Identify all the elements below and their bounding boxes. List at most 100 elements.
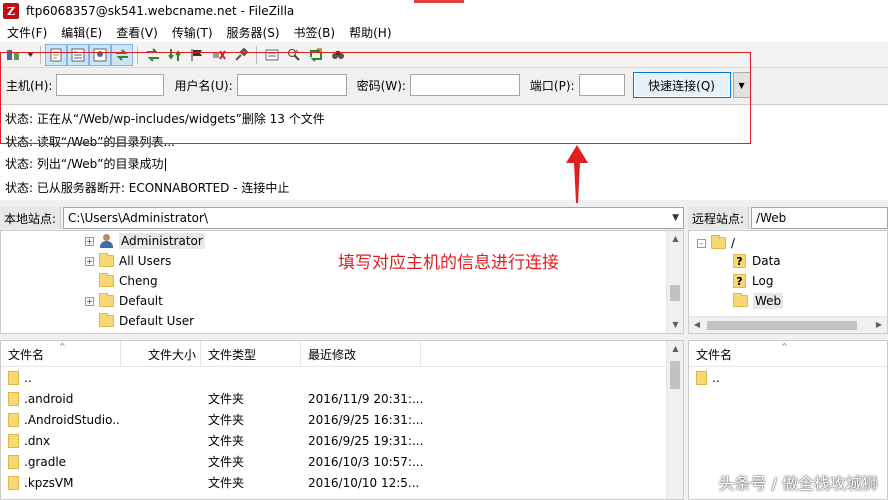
- tree-item-default-user[interactable]: Default User: [99, 311, 194, 331]
- port-input[interactable]: [578, 74, 625, 96]
- file-row[interactable]: ..: [1, 367, 665, 388]
- scroll-up-icon[interactable]: ▲: [667, 231, 683, 247]
- filter-icon: [265, 49, 279, 60]
- sync-browse-icon: [310, 47, 322, 62]
- scrollbar-thumb[interactable]: [670, 361, 680, 389]
- menu-help[interactable]: 帮助(H): [342, 24, 398, 41]
- tree-item-root[interactable]: - /: [697, 233, 735, 253]
- tree-item-log[interactable]: ? Log: [733, 271, 773, 291]
- tree-item-web[interactable]: Web: [733, 291, 784, 311]
- tree-item-label: Cheng: [119, 274, 158, 288]
- log-prefix: 状态:: [5, 112, 34, 126]
- local-path-combo[interactable]: C:\Users\Administrator\ ▼: [63, 207, 684, 229]
- toggle-log-icon: [50, 48, 62, 61]
- toggle-local-tree-button[interactable]: [67, 43, 89, 66]
- reconnect-button[interactable]: [230, 44, 252, 66]
- collapse-icon[interactable]: -: [697, 238, 706, 248]
- remote-directory-tree[interactable]: - / ? Data ? Log Web ◀ ▶: [688, 230, 888, 334]
- file-row[interactable]: ..: [689, 367, 887, 388]
- toggle-queue-icon: [116, 48, 128, 61]
- file-row[interactable]: .AndroidStudio... 文件夹 2016/9/25 16:31:..…: [1, 409, 665, 430]
- column-filetype[interactable]: 文件类型: [201, 341, 301, 367]
- tree-item-administrator[interactable]: + Administrator: [85, 231, 205, 251]
- annotation-text: 填写对应主机的信息进行连接: [338, 253, 559, 273]
- folder-icon: [8, 370, 19, 385]
- toggle-log-button[interactable]: [45, 43, 67, 66]
- file-row[interactable]: .dnx 文件夹 2016/9/25 19:31:...: [1, 430, 665, 451]
- scroll-right-icon[interactable]: ▶: [871, 317, 887, 333]
- site-manager-dropdown-icon: [26, 52, 34, 57]
- file-row[interactable]: .gradle 文件夹 2016/10/3 10:57:...: [1, 451, 665, 472]
- menu-server[interactable]: 服务器(S): [220, 24, 287, 41]
- tree-item-cheng[interactable]: Cheng: [99, 271, 158, 291]
- username-input[interactable]: [236, 74, 347, 96]
- menu-view[interactable]: 查看(V): [109, 24, 165, 41]
- expand-icon[interactable]: +: [85, 236, 94, 246]
- column-modified[interactable]: 最近修改: [301, 341, 421, 367]
- remote-path-text: /Web: [756, 211, 787, 225]
- expand-icon[interactable]: +: [85, 256, 94, 266]
- site-manager-icon: [7, 49, 19, 60]
- folder-icon: [99, 253, 114, 267]
- host-input[interactable]: [56, 74, 165, 96]
- scroll-left-icon[interactable]: ◀: [689, 317, 705, 333]
- menu-file[interactable]: 文件(F): [0, 24, 54, 41]
- message-log[interactable]: 状态: 正在从“/Web/wp-includes/widgets”删除 13 个…: [0, 104, 888, 200]
- scroll-up-icon[interactable]: ▲: [667, 341, 683, 357]
- quickconnect-button[interactable]: 快速连接(Q): [632, 72, 731, 98]
- log-line: 状态: 列出“/Web”的目录成功: [5, 155, 166, 172]
- folder-icon: [8, 433, 19, 448]
- file-row[interactable]: .kpzsVM 文件夹 2016/10/10 12:5...: [1, 472, 665, 493]
- tree-item-all-users[interactable]: + All Users: [85, 251, 171, 271]
- scroll-down-icon[interactable]: ▼: [667, 317, 683, 333]
- unknown-folder-icon: ?: [733, 274, 746, 288]
- password-input[interactable]: [409, 74, 520, 96]
- tree-item-data[interactable]: ? Data: [733, 251, 781, 271]
- site-manager-dropdown[interactable]: [24, 44, 36, 66]
- scrollbar-thumb[interactable]: [707, 321, 857, 330]
- tree-item-label: Web: [753, 293, 784, 309]
- remote-tree-hscrollbar[interactable]: ◀ ▶: [689, 316, 887, 333]
- tree-item-label: Data: [752, 254, 781, 268]
- scrollbar-thumb[interactable]: [670, 285, 680, 301]
- toolbar-separator: [137, 45, 138, 64]
- folder-icon: [99, 293, 114, 307]
- quickconnect-dropdown-button[interactable]: ▼: [732, 72, 751, 98]
- disconnect-button[interactable]: [208, 44, 230, 66]
- log-text: 读取“/Web”的目录列表...: [36, 135, 175, 149]
- toggle-remote-tree-button[interactable]: [89, 43, 111, 66]
- folder-icon: [99, 273, 114, 287]
- site-manager-button[interactable]: [2, 44, 24, 66]
- column-filename[interactable]: 文件名 ^: [1, 341, 121, 367]
- tree-item-default[interactable]: + Default: [85, 291, 163, 311]
- remote-path-combo[interactable]: /Web: [751, 207, 888, 229]
- compare-button[interactable]: [283, 44, 305, 66]
- toggle-queue-button[interactable]: [111, 43, 133, 66]
- process-queue-button[interactable]: [164, 44, 186, 66]
- window-title: ftp6068357@sk541.webcname.net - FileZill…: [26, 4, 295, 18]
- filter-button[interactable]: [261, 44, 283, 66]
- toolbar-separator: [40, 45, 41, 64]
- local-path-text: C:\Users\Administrator\: [68, 211, 209, 225]
- folder-icon: [696, 370, 707, 385]
- refresh-button[interactable]: [142, 44, 164, 66]
- search-button[interactable]: [327, 44, 349, 66]
- local-directory-tree[interactable]: + Administrator + All Users Cheng + Defa…: [0, 230, 684, 334]
- file-row[interactable]: .android 文件夹 2016/11/9 20:31:...: [1, 388, 665, 409]
- sort-ascending-icon: ^: [781, 342, 788, 351]
- log-text: 正在从“/Web/wp-includes/widgets”删除 13 个文件: [36, 112, 325, 126]
- column-filename[interactable]: 文件名 ^: [689, 341, 887, 367]
- disconnect-icon: [213, 49, 226, 60]
- sync-browse-button[interactable]: [305, 44, 327, 66]
- menu-bookmarks[interactable]: 书签(B): [287, 24, 343, 41]
- local-file-list[interactable]: 文件名 ^ 文件大小 文件类型 最近修改 .. .android 文件夹 201…: [0, 340, 684, 500]
- menu-edit[interactable]: 编辑(E): [54, 24, 109, 41]
- folder-icon: [733, 293, 748, 307]
- local-list-scrollbar[interactable]: ▲: [666, 341, 683, 499]
- menu-transfer[interactable]: 传输(T): [165, 24, 220, 41]
- local-tree-scrollbar[interactable]: ▲ ▼: [666, 231, 683, 333]
- stop-button[interactable]: [186, 44, 208, 66]
- expand-icon[interactable]: +: [85, 296, 94, 306]
- folder-icon: [99, 313, 114, 327]
- column-filesize[interactable]: 文件大小: [121, 341, 201, 367]
